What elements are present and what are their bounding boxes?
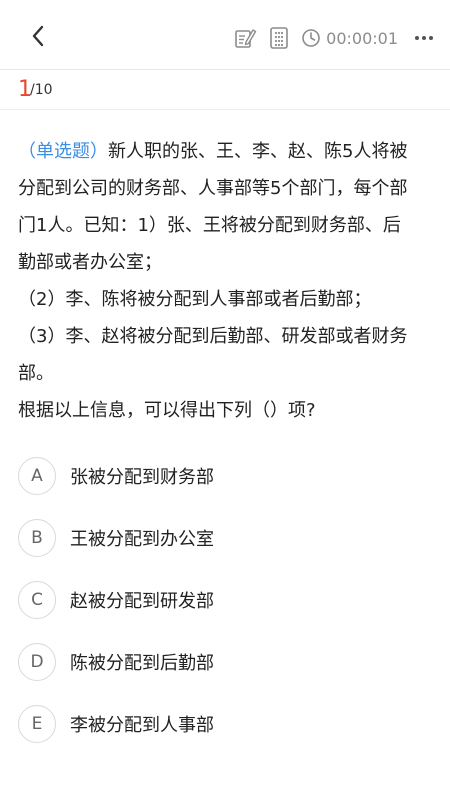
question-line: （单选题）新人职的张、王、李、赵、陈5人将被 bbox=[18, 133, 434, 170]
top-bar: 00:00:01 bbox=[0, 0, 450, 70]
question-line: 分配到公司的财务部、人事部等5个部门，每个部 bbox=[18, 178, 408, 199]
more-button[interactable] bbox=[412, 26, 436, 50]
total-questions: /10 bbox=[30, 82, 53, 98]
option-c[interactable]: C 赵被分配到研发部 bbox=[18, 569, 432, 631]
question-text: 新人职的张、王、李、赵、陈5人将被 bbox=[108, 141, 408, 162]
question-line: 勤部或者办公室； bbox=[18, 252, 162, 273]
option-e[interactable]: E 李被分配到人事部 bbox=[18, 693, 432, 755]
timer-text: 00:00:01 bbox=[326, 28, 398, 48]
option-text: 王被分配到办公室 bbox=[70, 529, 214, 550]
option-a[interactable]: A 张被分配到财务部 bbox=[18, 445, 432, 507]
more-icon bbox=[415, 36, 433, 40]
option-letter: D bbox=[18, 643, 56, 681]
question-line: 门1人。已知：1）张、王将被分配到财务部、后 bbox=[18, 215, 401, 236]
back-button[interactable] bbox=[24, 22, 52, 50]
answer-sheet-edit-icon bbox=[235, 29, 257, 48]
question-line: （3）李、赵将被分配到后勤部、研发部或者财务 bbox=[18, 326, 408, 347]
question-line: （2）李、陈将被分配到人事部或者后勤部； bbox=[18, 289, 372, 310]
top-bar-actions: 00:00:01 bbox=[233, 24, 436, 52]
option-text: 陈被分配到后勤部 bbox=[70, 653, 214, 674]
option-text: 张被分配到财务部 bbox=[70, 467, 214, 488]
calculator-icon bbox=[270, 27, 288, 49]
question-line: 根据以上信息，可以得出下列（）项? bbox=[18, 400, 316, 421]
answer-options: A 张被分配到财务部 B 王被分配到办公室 C 赵被分配到研发部 D 陈被分配到… bbox=[18, 445, 432, 755]
question-stem: （单选题）新人职的张、王、李、赵、陈5人将被 分配到公司的财务部、人事部等5个部… bbox=[18, 133, 434, 429]
calculator-button[interactable] bbox=[267, 26, 291, 50]
clock-icon bbox=[302, 29, 320, 47]
question-line: 部。 bbox=[18, 363, 54, 384]
option-letter: A bbox=[18, 457, 56, 495]
back-icon bbox=[32, 25, 44, 47]
option-letter: B bbox=[18, 519, 56, 557]
question-progress: 1 /10 bbox=[0, 70, 450, 110]
question-type-label: （单选题） bbox=[18, 141, 108, 162]
option-text: 李被分配到人事部 bbox=[70, 715, 214, 736]
option-letter: C bbox=[18, 581, 56, 619]
option-b[interactable]: B 王被分配到办公室 bbox=[18, 507, 432, 569]
option-letter: E bbox=[18, 705, 56, 743]
timer[interactable]: 00:00:01 bbox=[301, 28, 398, 48]
option-text: 赵被分配到研发部 bbox=[70, 591, 214, 612]
answer-sheet-edit-button[interactable] bbox=[233, 26, 257, 50]
option-d[interactable]: D 陈被分配到后勤部 bbox=[18, 631, 432, 693]
